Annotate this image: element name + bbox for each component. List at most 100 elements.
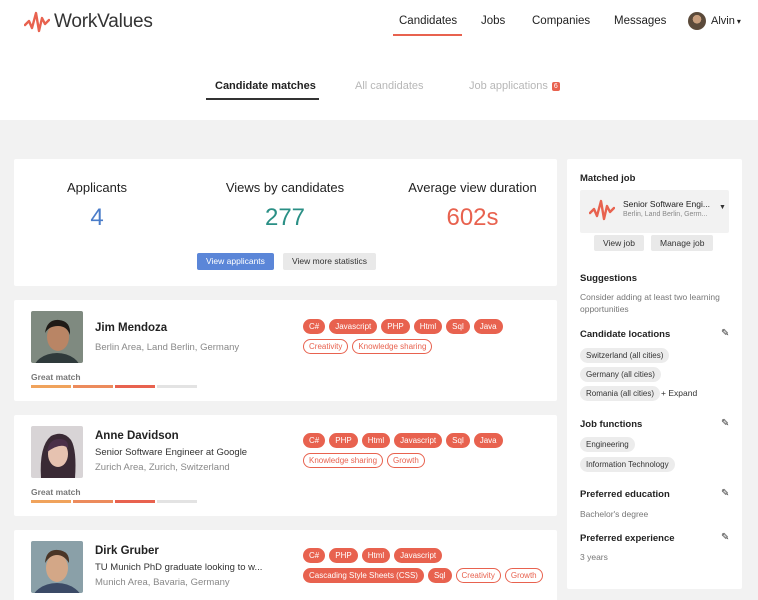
match-bar-segment <box>157 500 197 503</box>
stat-label: Average view duration <box>408 180 537 195</box>
skill-tag: Knowledge sharing <box>352 339 433 354</box>
candidate-location: Berlin Area, Land Berlin, Germany <box>95 342 240 353</box>
view-more-statistics-button[interactable]: View more statistics <box>283 253 376 270</box>
match-bar <box>31 385 199 388</box>
skill-tag: Javascript <box>394 433 443 448</box>
candidate-photo <box>31 541 83 593</box>
skill-tag: Growth <box>504 568 543 583</box>
pencil-icon[interactable]: ✎ <box>721 328 729 339</box>
skill-tag: Knowledge sharing <box>303 453 384 468</box>
location-pill: Romania (all cities) <box>580 386 661 401</box>
match-bar-segment <box>157 385 197 388</box>
tab-label: Job applications <box>469 80 548 92</box>
candidate-card[interactable]: Dirk Gruber TU Munich PhD graduate looki… <box>14 530 557 600</box>
candidate-name[interactable]: Dirk Gruber <box>95 545 159 557</box>
skill-tag: Html <box>413 319 443 334</box>
match-bar-segment <box>31 500 71 503</box>
match-bar-segment <box>73 500 113 503</box>
expand-label: Expand <box>668 388 698 398</box>
nav-messages[interactable]: Messages <box>614 15 666 27</box>
matched-job-heading: Matched job <box>580 173 636 184</box>
avatar <box>688 12 706 30</box>
skill-tag: Sql <box>427 568 452 583</box>
job-location: Berlin, Land Berlin, Germ... <box>623 211 708 218</box>
skill-tag: Creativity <box>303 339 349 354</box>
education-value: Bachelor's degree <box>580 509 649 519</box>
subtab-active-indicator <box>206 98 319 100</box>
match-label: Great match <box>31 487 81 497</box>
chevron-down-icon: ▾ <box>736 16 741 26</box>
skill-tags: C# PHP Html Javascript Sql Java Knowledge shar… <box>303 433 553 473</box>
tab-candidate-matches[interactable]: Candidate matches <box>215 80 316 92</box>
pencil-icon[interactable]: ✎ <box>721 488 729 499</box>
experience-value: 3 years <box>580 552 608 562</box>
candidate-headline: TU Munich PhD graduate looking to w... <box>95 562 263 573</box>
function-pill: Engineering <box>580 437 635 452</box>
skill-tag: Cascading Style Sheets (CSS) <box>303 568 424 583</box>
view-job-button[interactable]: View job <box>594 235 644 251</box>
views-stat: Views by candidates 277 <box>210 180 360 232</box>
nav-candidates[interactable]: Candidates <box>399 15 457 27</box>
view-applicants-button[interactable]: View applicants <box>197 253 274 270</box>
nav-active-indicator <box>393 34 462 36</box>
candidate-name[interactable]: Anne Davidson <box>95 430 179 442</box>
plus-icon: + <box>661 388 666 398</box>
candidate-card[interactable]: Anne Davidson Senior Software Engineer a… <box>14 415 557 516</box>
pulse-icon <box>589 199 615 221</box>
candidate-locations-heading: Candidate locations <box>580 329 671 340</box>
skill-tag: Sql <box>446 433 470 448</box>
candidate-name[interactable]: Jim Mendoza <box>95 322 167 334</box>
expand-button[interactable]: + Expand <box>661 388 697 398</box>
statistics-card: Applicants 4 Views by candidates 277 Ave… <box>14 159 557 286</box>
logo-text: WorkValues <box>54 11 153 32</box>
match-label: Great match <box>31 372 81 382</box>
match-bar-segment <box>115 385 155 388</box>
skill-tag: Creativity <box>455 568 501 583</box>
match-bar-segment <box>31 385 71 388</box>
nav-jobs[interactable]: Jobs <box>481 15 505 27</box>
skill-tag: Growth <box>387 453 425 468</box>
candidate-card[interactable]: Jim Mendoza Berlin Area, Land Berlin, Ge… <box>14 300 557 401</box>
match-bar-segment <box>73 385 113 388</box>
applicants-stat: Applicants 4 <box>37 180 157 232</box>
skill-tag: PHP <box>329 433 358 448</box>
stat-value: 277 <box>264 204 306 231</box>
tab-job-applications[interactable]: Job applications 6 <box>469 80 560 92</box>
pencil-icon[interactable]: ✎ <box>721 532 729 543</box>
function-pill: Information Technology <box>580 457 675 472</box>
matched-job-select[interactable]: Senior Software Engi... Berlin, Land Ber… <box>580 190 729 233</box>
match-bar-segment <box>115 500 155 503</box>
skill-tag: C# <box>303 548 326 563</box>
job-title: Senior Software Engi... <box>623 199 710 209</box>
nav-companies[interactable]: Companies <box>532 15 590 27</box>
job-functions-heading: Job functions <box>580 419 643 430</box>
candidate-photo <box>31 426 83 478</box>
user-name: Alvin <box>711 15 735 27</box>
skill-tags: C# PHP Html Javascript Cascading Style Sheet… <box>303 548 553 588</box>
stat-label: Applicants <box>67 180 127 195</box>
pencil-icon[interactable]: ✎ <box>721 418 729 429</box>
skill-tags: C# Javascript PHP Html Sql Java Creativity Know… <box>303 319 553 359</box>
manage-job-button[interactable]: Manage job <box>651 235 714 251</box>
pulse-icon <box>24 11 50 33</box>
notification-badge: 6 <box>551 82 560 91</box>
candidate-headline: Senior Software Engineer at Google <box>95 447 248 458</box>
tab-all-candidates[interactable]: All candidates <box>355 80 424 92</box>
skill-tag: C# <box>303 433 326 448</box>
logo[interactable]: WorkValues <box>24 9 153 35</box>
skill-tag: Html <box>361 433 391 448</box>
top-navigation-bar: WorkValues Candidates Jobs Companies Mes… <box>0 0 758 120</box>
match-bar <box>31 500 199 503</box>
user-menu[interactable]: Alvin ▾ <box>688 12 741 30</box>
skill-tag: Javascript <box>329 319 378 334</box>
preferred-education-heading: Preferred education <box>580 489 670 500</box>
skill-tag: PHP <box>381 319 410 334</box>
candidate-location: Zurich Area, Zurich, Switzerland <box>95 462 230 473</box>
skill-tag: Java <box>473 433 503 448</box>
candidate-photo <box>31 311 83 363</box>
skill-tag: Html <box>361 548 391 563</box>
stat-value: 602s <box>446 204 499 231</box>
suggestion-text: Consider adding at least two learning op… <box>580 292 720 314</box>
skill-tag: PHP <box>329 548 358 563</box>
stat-label: Views by candidates <box>225 180 345 195</box>
